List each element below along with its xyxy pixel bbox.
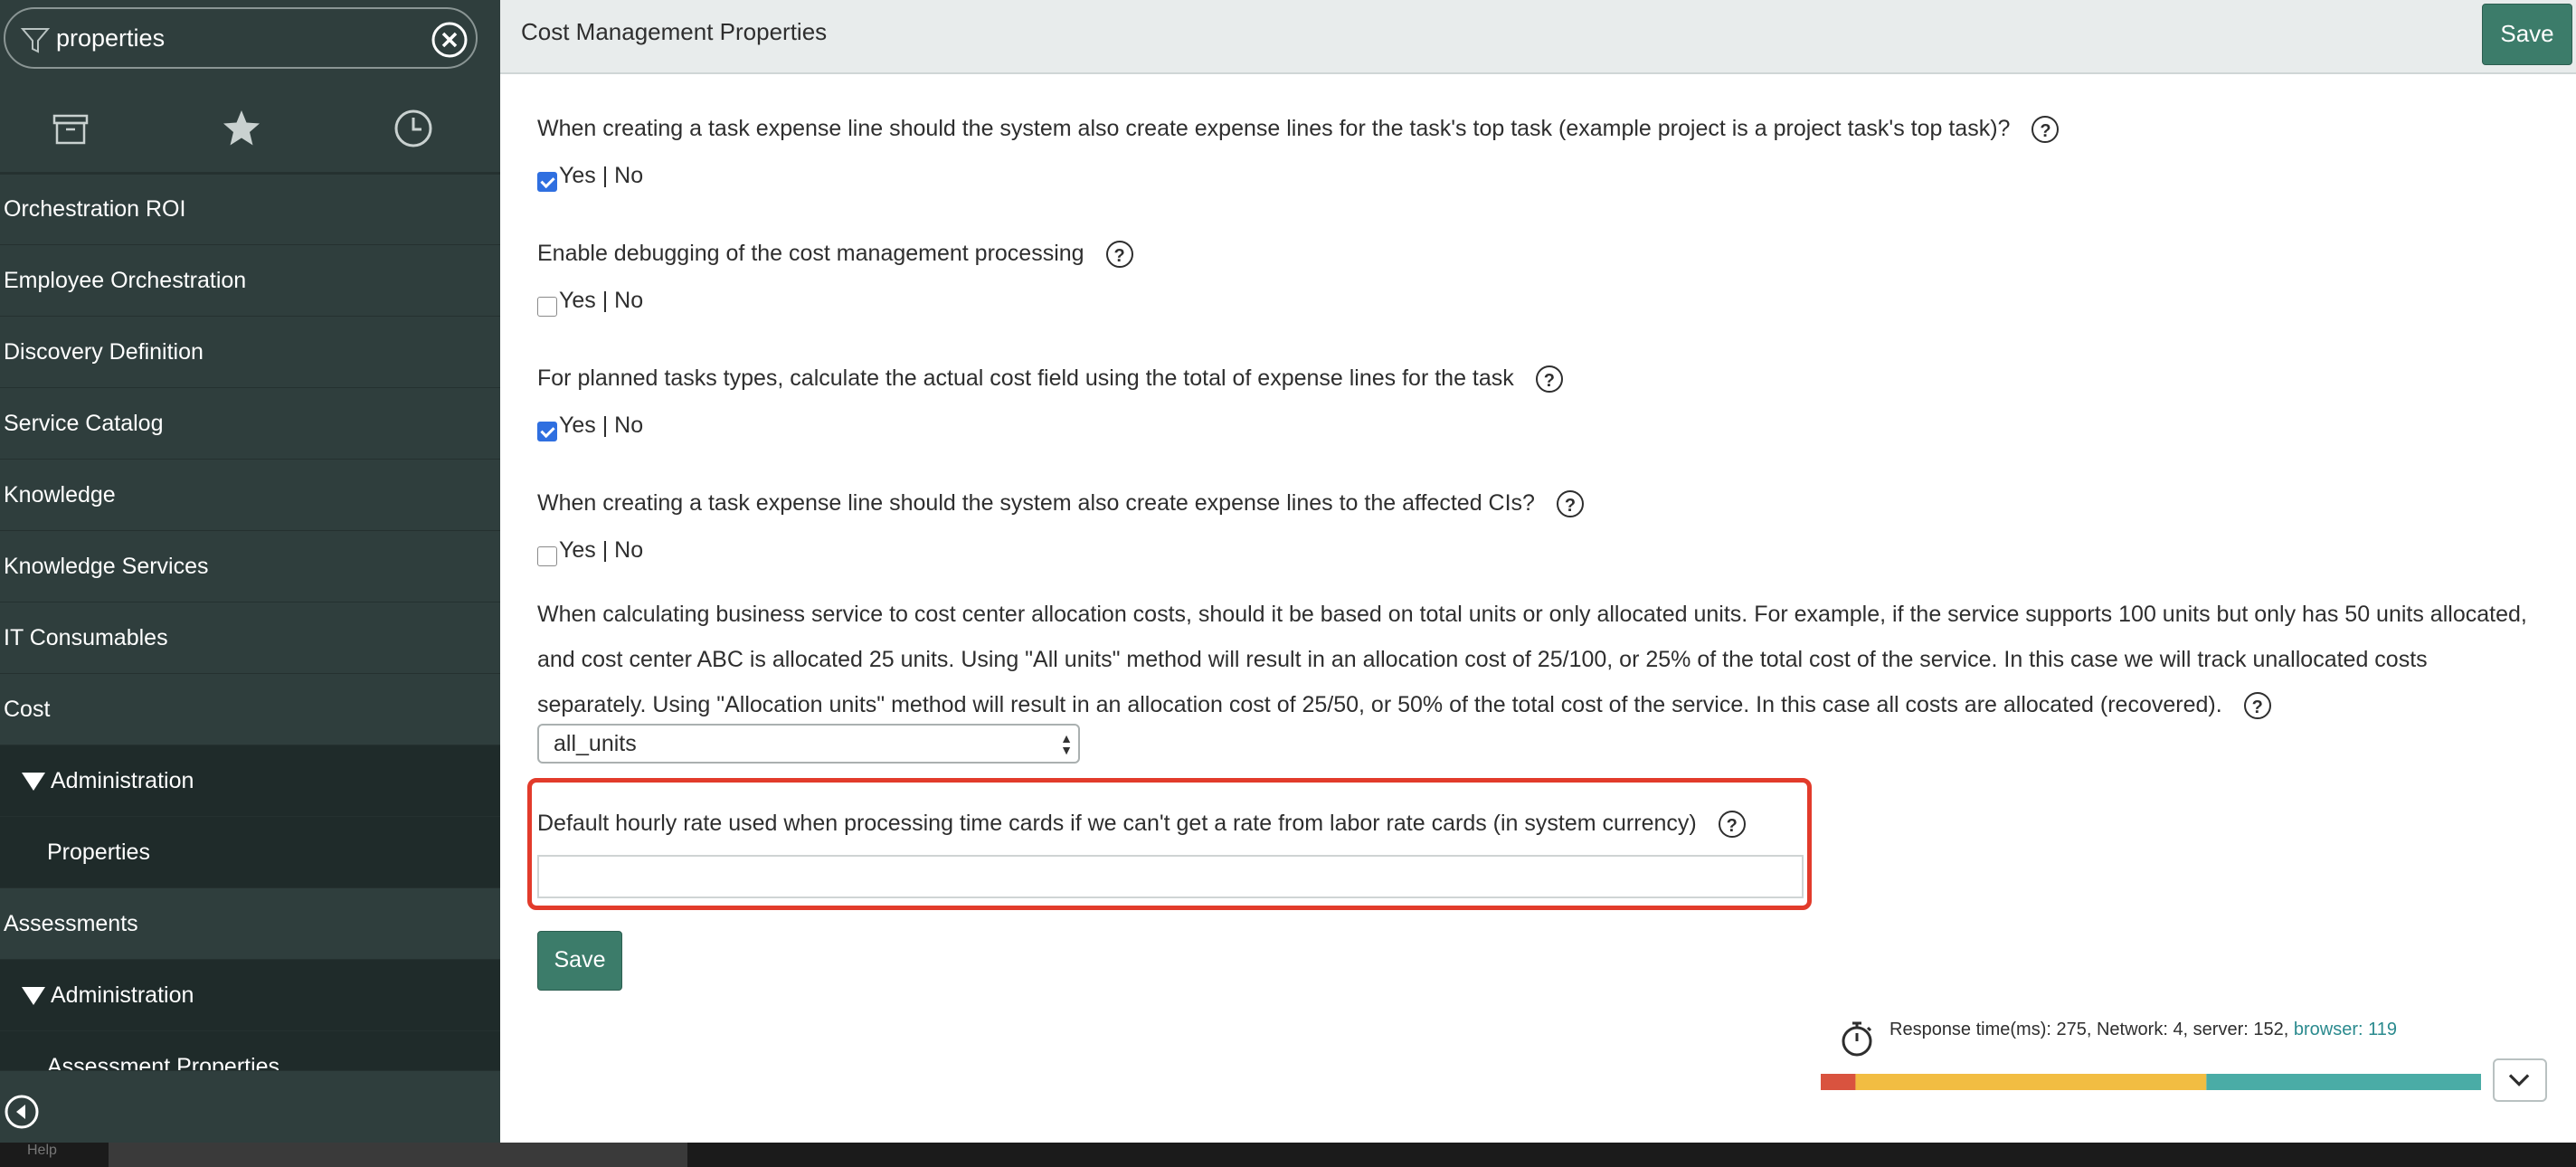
- sidebar-footer: [0, 1070, 500, 1143]
- property-question-top-task: When creating a task expense line should…: [537, 112, 2060, 145]
- property-label: Default hourly rate used when processing…: [537, 811, 1697, 836]
- save-button[interactable]: Save: [537, 931, 622, 991]
- nav-item-label: Knowledge: [4, 482, 116, 508]
- property-question-default-hourly-rate: Default hourly rate used when processing…: [537, 807, 1746, 840]
- star-icon[interactable]: [220, 107, 263, 150]
- expand-triangle-icon[interactable]: [22, 773, 45, 791]
- perf-bar-segment-server: [1855, 1074, 2207, 1090]
- perf-bar-segment-browser: [2206, 1074, 2481, 1090]
- property-checkbox[interactable]: [537, 172, 557, 193]
- help-icon[interactable]: ?: [1718, 811, 1746, 839]
- collapse-navigator-icon[interactable]: [4, 1094, 40, 1130]
- response-time-values: Response time(ms): 275, Network: 4, serv…: [1889, 1020, 2289, 1039]
- nav-item-label: Properties: [47, 840, 150, 865]
- property-label: When calculating business service to cos…: [537, 602, 2527, 717]
- chevron-down-icon: [2508, 1074, 2530, 1086]
- nav-item-it-consumables[interactable]: IT Consumables: [0, 602, 500, 674]
- select-arrows-icon: ▲ ▼: [1060, 731, 1073, 757]
- taskbar-help-text: Help: [27, 1143, 57, 1158]
- page-title: Cost Management Properties: [521, 18, 828, 45]
- filter-icon: [20, 28, 51, 53]
- nav-item-cost[interactable]: Cost: [0, 674, 500, 745]
- allocation-method-select[interactable]: all_units ▲ ▼: [537, 724, 1080, 764]
- taskbar-segment: [109, 1143, 687, 1167]
- filter-navigator-field[interactable]: properties: [4, 7, 478, 69]
- yes-no-label: Yes | No: [559, 413, 644, 438]
- os-taskbar-strip: Help: [0, 1143, 2576, 1167]
- nav-item-knowledge[interactable]: Knowledge: [0, 460, 500, 531]
- expand-triangle-icon[interactable]: [22, 987, 45, 1005]
- nav-item-knowledge-services[interactable]: Knowledge Services: [0, 531, 500, 602]
- yes-no-checkbox-row: Yes | No: [537, 409, 644, 442]
- nav-item-cost-properties[interactable]: Properties: [0, 817, 500, 888]
- history-clock-icon[interactable]: [392, 107, 435, 150]
- navigator-tabs: [0, 87, 500, 175]
- perf-bar-segment-network: [1821, 1074, 1856, 1090]
- property-label: For planned tasks types, calculate the a…: [537, 365, 1514, 391]
- property-checkbox[interactable]: [537, 297, 557, 318]
- stopwatch-icon: [1842, 1021, 1872, 1057]
- property-label: When creating a task expense line should…: [537, 490, 1535, 516]
- property-question-affected-cis: When creating a task expense line should…: [537, 487, 1584, 519]
- nav-item-label: Employee Orchestration: [4, 268, 247, 293]
- property-checkbox[interactable]: [537, 546, 557, 567]
- browser-time-link[interactable]: browser: 119: [2294, 1020, 2397, 1039]
- default-hourly-rate-input[interactable]: [537, 855, 1804, 898]
- nav-item-label: Cost: [4, 697, 51, 722]
- nav-item-label: Knowledge Services: [4, 554, 209, 579]
- nav-item-label: Orchestration ROI: [4, 196, 186, 222]
- property-label: When creating a task expense line should…: [537, 116, 2011, 141]
- nav-item-assessments[interactable]: Assessments: [0, 888, 500, 960]
- property-question-debugging: Enable debugging of the cost management …: [537, 237, 1133, 270]
- help-icon[interactable]: ?: [2243, 692, 2271, 720]
- nav-item-label: Service Catalog: [4, 411, 164, 436]
- nav-item-service-catalog[interactable]: Service Catalog: [0, 388, 500, 460]
- yes-no-checkbox-row: Yes | No: [537, 534, 644, 567]
- clear-filter-icon[interactable]: [431, 21, 469, 59]
- help-icon[interactable]: ?: [2031, 116, 2060, 144]
- nav-item-discovery-definition[interactable]: Discovery Definition: [0, 317, 500, 388]
- header-save-button[interactable]: Save: [2482, 4, 2572, 65]
- archive-icon[interactable]: [49, 107, 92, 150]
- nav-section-assessments-administration[interactable]: Administration: [0, 960, 500, 1031]
- yes-no-checkbox-row: Yes | No: [537, 159, 644, 193]
- nav-section-cost-administration[interactable]: Administration: [0, 745, 500, 817]
- navigator-menu-list: Orchestration ROI Employee Orchestration…: [0, 174, 500, 1103]
- property-question-planned-tasks: For planned tasks types, calculate the a…: [537, 362, 1563, 394]
- nav-item-employee-orchestration[interactable]: Employee Orchestration: [0, 245, 500, 317]
- property-label: Enable debugging of the cost management …: [537, 241, 1084, 266]
- response-time-bar: [1821, 1074, 2481, 1090]
- nav-item-label: Assessments: [4, 911, 138, 936]
- filter-input-text[interactable]: properties: [56, 22, 165, 54]
- help-icon[interactable]: ?: [1556, 490, 1584, 518]
- yes-no-label: Yes | No: [559, 537, 644, 563]
- nav-item-orchestration-roi[interactable]: Orchestration ROI: [0, 174, 500, 245]
- property-question-allocation-method: When calculating business service to cos…: [537, 592, 2536, 727]
- form-header: Cost Management Properties Save: [500, 0, 2576, 74]
- nav-item-label: Discovery Definition: [4, 339, 204, 365]
- response-time-panel: Response time(ms): 275, Network: 4, serv…: [1821, 1011, 2562, 1111]
- yes-no-label: Yes | No: [559, 163, 644, 188]
- help-icon[interactable]: ?: [1535, 365, 1563, 394]
- response-time-text: Response time(ms): 275, Network: 4, serv…: [1889, 1017, 2397, 1042]
- nav-section-label: Administration: [51, 982, 194, 1008]
- navigator-sidebar: properties Orchestration ROI Employee Or…: [0, 0, 500, 1167]
- select-value: all_units: [554, 731, 637, 756]
- nav-section-label: Administration: [51, 768, 194, 793]
- help-icon[interactable]: ?: [1105, 241, 1133, 269]
- nav-item-label: IT Consumables: [4, 625, 168, 650]
- yes-no-label: Yes | No: [559, 288, 644, 313]
- yes-no-checkbox-row: Yes | No: [537, 284, 644, 318]
- response-time-toggle[interactable]: [2493, 1058, 2547, 1102]
- property-checkbox[interactable]: [537, 422, 557, 442]
